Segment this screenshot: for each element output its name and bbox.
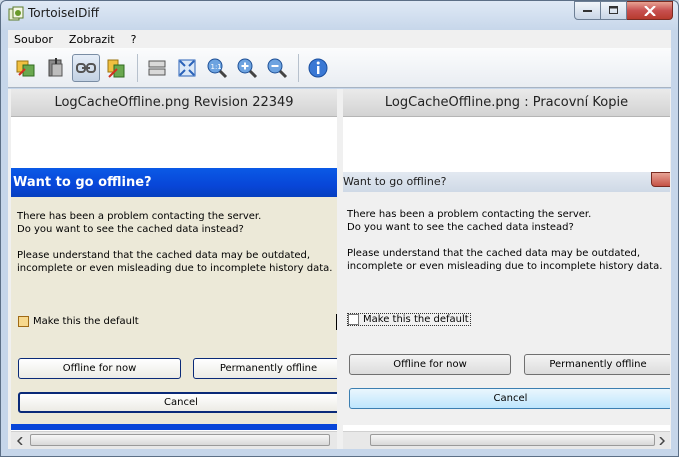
toolbar: 1:1	[8, 48, 671, 88]
left-horizontal-scrollbar[interactable]	[11, 431, 337, 449]
left-permanent-button: Permanently offline	[193, 358, 337, 379]
left-dialog-line3: Please understand that the cached data m…	[17, 250, 311, 261]
zoom-original-icon[interactable]: 1:1	[203, 54, 231, 82]
right-dialog-image: Want to go offline? There has been a pro…	[343, 172, 670, 425]
left-checkbox-label: Make this the default	[33, 316, 139, 327]
right-dialog-line1: There has been a problem contacting the …	[347, 209, 592, 220]
left-dialog-line4: incomplete or even misleading due to inc…	[17, 263, 333, 274]
tortoise-app-icon	[8, 6, 24, 22]
left-dialog-message: There has been a problem contacting the …	[17, 210, 337, 275]
zoom-in-icon[interactable]	[233, 54, 261, 82]
fit-images-icon[interactable]	[102, 54, 130, 82]
right-dialog-message: There has been a problem contacting the …	[347, 208, 666, 273]
right-offline-button: Offline for now	[349, 354, 511, 375]
left-image-pane[interactable]: LogCacheOffline.png Revision 22349 Want …	[11, 89, 337, 449]
window-title: TortoiseIDiff	[28, 6, 99, 20]
left-scroll-thumb[interactable]	[30, 434, 330, 446]
left-pane-header: LogCacheOffline.png Revision 22349	[11, 89, 337, 117]
toolbar-separator	[137, 53, 138, 82]
right-dialog-line3: Please understand that the cached data m…	[347, 248, 641, 259]
left-dialog-edge	[11, 424, 337, 430]
right-default-checkbox: Make this the default	[347, 313, 471, 326]
overlap-images-icon[interactable]	[12, 54, 40, 82]
title-bar[interactable]: TortoiseIDiff	[1, 1, 678, 29]
menu-help[interactable]: ?	[125, 33, 143, 46]
right-horizontal-scrollbar[interactable]	[343, 431, 670, 449]
left-dialog-line2: Do you want to see the cached data inste…	[17, 224, 244, 235]
close-icon[interactable]	[627, 1, 673, 20]
scroll-left-icon[interactable]	[11, 432, 28, 449]
right-dialog-close-icon	[651, 172, 670, 187]
right-image-pane[interactable]: LogCacheOffline.png : Pracovní Kopie Wan…	[343, 89, 670, 449]
left-default-checkbox: Make this the default	[18, 316, 139, 327]
right-cancel-button: Cancel	[349, 388, 670, 409]
maximize-icon[interactable]	[601, 1, 627, 20]
link-images-icon[interactable]	[72, 53, 100, 82]
main-window: TortoiseIDiff Soubor Zobrazit ? 1:1 LogC…	[0, 0, 679, 457]
right-dialog-title: Want to go offline?	[343, 172, 670, 192]
minimize-icon[interactable]	[574, 1, 601, 20]
right-dialog-line2: Do you want to see the cached data inste…	[347, 222, 574, 233]
left-dialog-line1: There has been a problem contacting the …	[17, 211, 262, 222]
left-checkbox-box	[18, 316, 29, 327]
vertical-layout-icon[interactable]	[143, 54, 171, 82]
menu-soubor[interactable]: Soubor	[8, 33, 59, 46]
blend-images-icon[interactable]	[42, 54, 70, 82]
left-cancel-button: Cancel	[18, 392, 337, 413]
image-info-icon[interactable]	[304, 54, 332, 82]
right-permanent-button: Permanently offline	[524, 354, 670, 375]
right-checkbox-box	[348, 314, 359, 325]
right-dialog-line4: incomplete or even misleading due to inc…	[347, 261, 663, 272]
left-offline-button: Offline for now	[18, 358, 181, 379]
toolbar-separator	[298, 53, 299, 82]
scroll-right-icon[interactable]	[653, 432, 670, 449]
right-checkbox-label: Make this the default	[363, 314, 469, 325]
left-dialog-image: Want to go offline? There has been a pro…	[11, 168, 337, 425]
left-dialog-title: Want to go offline?	[11, 168, 337, 197]
menu-bar: Soubor Zobrazit ?	[8, 30, 671, 48]
fit-together-icon[interactable]	[173, 54, 201, 82]
svg-text:1:1: 1:1	[211, 63, 222, 71]
zoom-out-icon[interactable]	[263, 54, 291, 82]
right-scroll-thumb[interactable]	[370, 434, 655, 446]
image-compare-area: LogCacheOffline.png Revision 22349 Want …	[8, 89, 671, 449]
menu-zobrazit[interactable]: Zobrazit	[63, 33, 121, 46]
caption-buttons	[574, 1, 673, 21]
right-pane-header: LogCacheOffline.png : Pracovní Kopie	[343, 89, 670, 117]
